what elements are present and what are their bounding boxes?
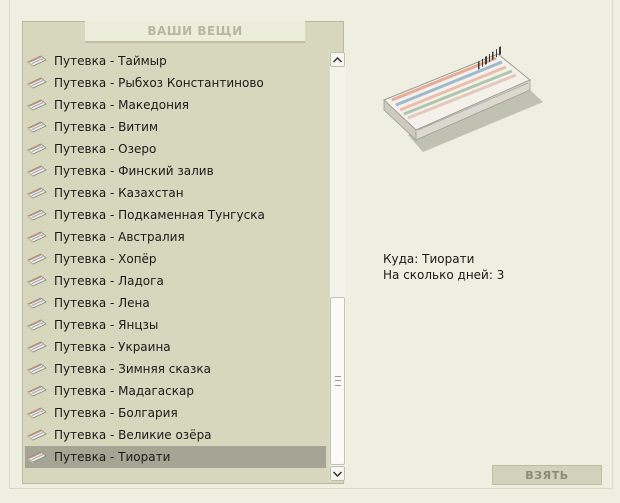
list-item-label: Путевка - Болгария [54,406,178,420]
ticket-icon [27,231,47,244]
ticket-icon [27,429,47,442]
days-label: На сколько дней: [383,268,493,282]
list-item[interactable]: Путевка - Болгария [25,402,326,424]
scroll-thumb[interactable] [330,297,345,465]
list-item-selected[interactable]: Путевка - Тиорати [25,446,326,468]
ticket-icon [27,143,47,156]
destination-row: Куда: Тиорати [383,251,504,267]
ticket-icon [27,407,47,420]
chevron-down-icon [332,471,343,478]
list-item[interactable]: Путевка - Казахстан [25,182,326,204]
list-item[interactable]: Путевка - Таймыр [25,50,326,72]
list-item-label: Путевка - Украина [54,340,171,354]
ticket-icon [27,121,47,134]
list-item[interactable]: Путевка - Зимняя сказка [25,358,326,380]
ticket-icon [27,341,47,354]
ticket-icon [27,297,47,310]
items-list: Путевка - Таймыр Путевка - Рыбхоз Констан… [25,50,326,468]
ticket-icon [27,209,47,222]
list-item[interactable]: Путевка - Лена [25,292,326,314]
list-item[interactable]: Путевка - Хопёр [25,248,326,270]
list-item-label: Путевка - Рыбхоз Константиново [54,76,264,90]
list-item-label: Путевка - Хопёр [54,252,157,266]
ticket-icon [27,55,47,68]
list-item[interactable]: Путевка - Австралия [25,226,326,248]
items-scrollbar[interactable] [329,52,346,481]
list-item-label: Путевка - Лена [54,296,150,310]
list-item-label: Путевка - Финский залив [54,164,214,178]
list-item[interactable]: Путевка - Украина [25,336,326,358]
list-item-label: Путевка - Великие озёра [54,428,212,442]
panel-title: ВАШИ ВЕЩИ [85,21,305,43]
list-item[interactable]: Путевка - Витим [25,116,326,138]
list-item-label: Путевка - Озеро [54,142,157,156]
ticket-icon [27,187,47,200]
scroll-up-button[interactable] [330,52,345,67]
list-item[interactable]: Путевка - Финский залив [25,160,326,182]
ticket-icon [27,363,47,376]
list-item-label: Путевка - Македония [54,98,189,112]
list-item-label: Путевка - Витим [54,120,159,134]
destination-value: Тиорати [422,252,475,266]
ticket-icon [27,253,47,266]
list-item[interactable]: Путевка - Рыбхоз Константиново [25,72,326,94]
days-value: 3 [496,268,505,282]
items-panel: ВАШИ ВЕЩИ Путевка - Таймыр Путевка - Рыбх… [22,21,346,484]
item-details: Куда: Тиорати На сколько дней: 3 [383,251,504,283]
list-item-label: Путевка - Зимняя сказка [54,362,211,376]
list-item-label: Путевка - Тиорати [54,450,171,464]
list-item[interactable]: Путевка - Македония [25,94,326,116]
ticket-icon [27,99,47,112]
destination-label: Куда: [383,252,419,266]
list-item-label: Путевка - Ладога [54,274,164,288]
ticket-icon [27,451,47,464]
ticket-bundle-icon [383,46,543,152]
ticket-icon [27,275,47,288]
list-item[interactable]: Путевка - Ладога [25,270,326,292]
list-item[interactable]: Путевка - Подкаменная Тунгуска [25,204,326,226]
list-item-label: Путевка - Подкаменная Тунгуска [54,208,265,222]
ticket-icon [27,385,47,398]
list-item-label: Путевка - Таймыр [54,54,167,68]
list-item[interactable]: Путевка - Янцзы [25,314,326,336]
scroll-down-button[interactable] [330,466,345,481]
grip-icon [335,376,341,386]
days-row: На сколько дней: 3 [383,267,504,283]
list-item-label: Путевка - Янцзы [54,318,159,332]
list-item[interactable]: Путевка - Великие озёра [25,424,326,446]
list-item-label: Путевка - Казахстан [54,186,184,200]
ticket-icon [27,319,47,332]
take-button[interactable]: ВЗЯТЬ [492,465,602,485]
ticket-icon [27,165,47,178]
list-item[interactable]: Путевка - Озеро [25,138,326,160]
list-item-label: Путевка - Австралия [54,230,185,244]
chevron-up-icon [332,56,343,63]
list-item[interactable]: Путевка - Мадагаскар [25,380,326,402]
ticket-bundle-image [378,40,548,160]
list-item-label: Путевка - Мадагаскар [54,384,194,398]
ticket-icon [27,77,47,90]
